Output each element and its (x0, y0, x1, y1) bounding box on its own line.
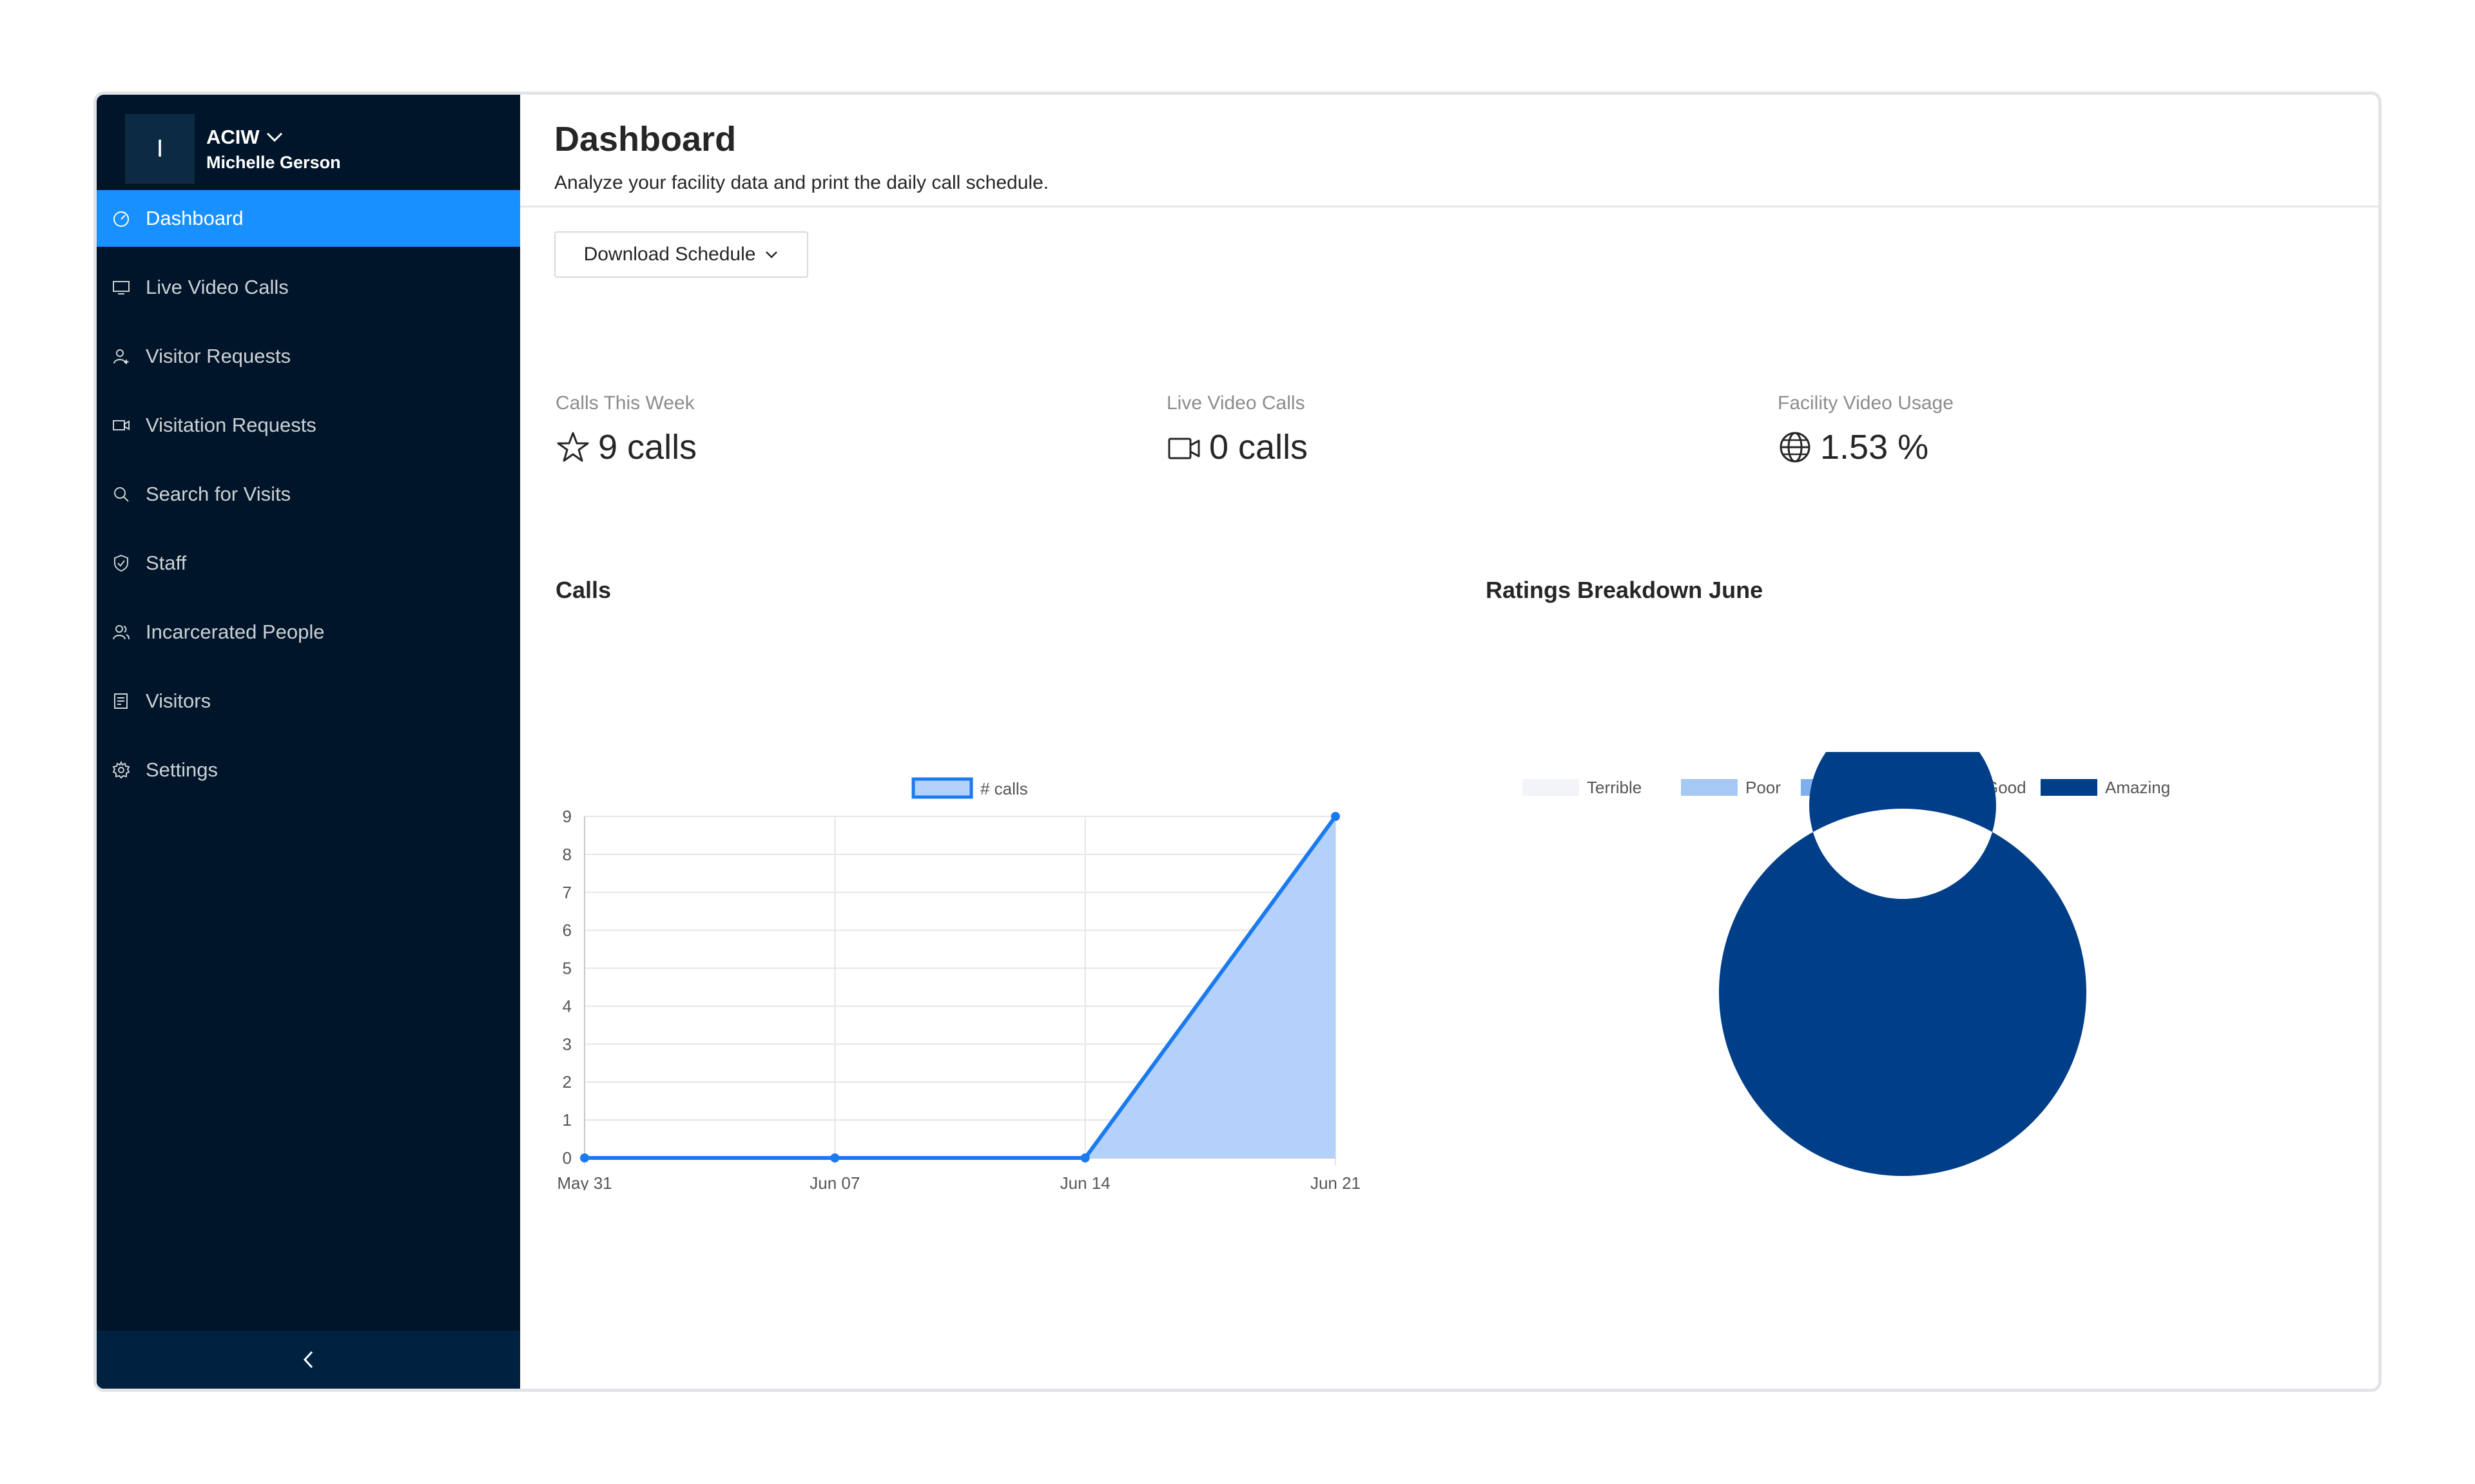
org-name-row: ACIW (206, 126, 341, 149)
chevron-left-icon (303, 1351, 313, 1369)
sidebar-item-label: Settings (146, 758, 218, 781)
sidebar-item-label: Search for Visits (146, 483, 291, 505)
y-tick-label: 1 (563, 1110, 572, 1130)
ratings-chart-title: Ratings Breakdown June (1486, 577, 1763, 603)
sidebar-item-visitation-requests[interactable]: Visitation Requests (97, 397, 520, 454)
sidebar-item-visitors[interactable]: Visitors (97, 673, 520, 729)
stat-label: Facility Video Usage (1778, 392, 1954, 414)
y-tick-label: 7 (563, 883, 572, 902)
app-window: I ACIW Michelle Gerson Dashboard Live Vi… (93, 92, 2382, 1392)
stat-calls-this-week: Calls This Week 9 calls (556, 392, 697, 467)
header-divider (520, 206, 2378, 207)
stat-value: 1.53 % (1820, 428, 1929, 467)
sidebar-item-visitor-requests[interactable]: Visitor Requests (97, 328, 520, 385)
sidebar-item-search-for-visits[interactable]: Search for Visits (97, 466, 520, 523)
stat-value: 9 calls (598, 428, 697, 467)
dashboard-icon (111, 208, 131, 229)
user-add-icon (111, 346, 131, 367)
legend-swatch (2041, 779, 2097, 796)
stat-facility-video-usage: Facility Video Usage 1.53 % (1778, 392, 1954, 467)
org-info: ACIW Michelle Gerson (206, 126, 341, 173)
legend-swatch (1681, 779, 1738, 796)
y-tick-label: 5 (563, 959, 572, 978)
org-switcher[interactable]: I ACIW Michelle Gerson (125, 114, 341, 184)
calls-chart: 0 1 2 3 4 5 6 7 8 9 May 31 Jun 07 Jun 14 Jun 21 # call… (557, 777, 1361, 1190)
y-tick-label: 2 (563, 1072, 572, 1092)
stat-label: Live Video Calls (1167, 392, 1305, 414)
stat-label: Calls This Week (556, 392, 695, 414)
download-schedule-button[interactable]: Download Schedule (554, 231, 808, 278)
sidebar-collapse-button[interactable] (97, 1331, 520, 1389)
globe-icon (1780, 432, 1810, 463)
legend-label: # calls (980, 779, 1028, 798)
sidebar-item-live-video-calls[interactable]: Live Video Calls (97, 259, 520, 316)
sidebar-item-label: Visitor Requests (146, 345, 291, 367)
data-point (830, 1153, 840, 1162)
star-icon (557, 432, 589, 462)
sidebar-item-label: Staff (146, 552, 187, 574)
y-tick-label: 9 (563, 807, 572, 826)
video-camera-icon (111, 415, 131, 436)
x-tick-label: Jun 21 (1310, 1173, 1361, 1190)
sidebar-item-dashboard[interactable]: Dashboard (97, 190, 520, 247)
user-name: Michelle Gerson (206, 152, 341, 172)
safety-icon (111, 553, 131, 573)
search-icon (111, 484, 131, 505)
contacts-icon (111, 691, 131, 711)
monitor-icon (111, 277, 131, 298)
y-tick-label: 3 (563, 1034, 572, 1054)
stat-value-row: 0 calls (1167, 427, 1308, 467)
legend-swatch (1522, 779, 1579, 796)
y-tick-label: 4 (563, 996, 572, 1016)
legend-swatch (911, 777, 973, 799)
legend-label: Amazing (2105, 778, 2170, 797)
sidebar-item-label: Live Video Calls (146, 276, 289, 298)
video-camera-icon (1168, 438, 1200, 459)
team-icon (111, 622, 131, 642)
download-schedule-label: Download Schedule (583, 244, 756, 265)
sidebar-item-label: Dashboard (146, 207, 244, 229)
data-point (1080, 1153, 1090, 1162)
page-subtitle: Analyze your facility data and print the… (554, 172, 1049, 193)
sidebar-item-settings[interactable]: Settings (97, 742, 520, 798)
chevron-down-icon (266, 132, 282, 142)
y-tick-label: 8 (563, 845, 572, 864)
sidebar-item-staff[interactable]: Staff (97, 535, 520, 592)
sidebar-item-label: Incarcerated People (146, 621, 325, 643)
sidebar-item-label: Visitors (146, 689, 211, 712)
series-area (585, 816, 1335, 1158)
legend-label: Terrible (1587, 778, 1642, 797)
sidebar-nav: Dashboard Live Video Calls Visitor Reque… (97, 190, 520, 811)
x-tick-label: Jun 14 (1060, 1173, 1111, 1190)
data-point (580, 1153, 589, 1162)
data-point (1331, 812, 1340, 821)
gear-icon (111, 760, 131, 780)
y-tick-label: 0 (563, 1148, 572, 1168)
ratings-chart: TerriblePoorOkayGoodAmazing (1522, 752, 2170, 1176)
sidebar-item-incarcerated-people[interactable]: Incarcerated People (97, 604, 520, 660)
org-avatar: I (125, 114, 195, 184)
page-title: Dashboard (554, 120, 737, 159)
calls-chart-title: Calls (556, 577, 612, 603)
sidebar: I ACIW Michelle Gerson Dashboard Live Vi… (97, 95, 520, 1389)
y-tick-label: 6 (563, 921, 572, 940)
stat-value: 0 calls (1209, 428, 1308, 467)
stat-value-row: 9 calls (556, 427, 697, 467)
x-tick-label: May 31 (557, 1173, 612, 1190)
chevron-down-icon (766, 251, 778, 258)
stat-live-video-calls: Live Video Calls 0 calls (1167, 392, 1308, 467)
stat-value-row: 1.53 % (1778, 427, 1954, 467)
sidebar-item-label: Visitation Requests (146, 414, 316, 436)
legend-label: Poor (1745, 778, 1781, 797)
x-tick-label: Jun 07 (810, 1173, 860, 1190)
main-content: Dashboard Analyze your facility data and… (520, 95, 2378, 1389)
org-name: ACIW (206, 125, 260, 148)
